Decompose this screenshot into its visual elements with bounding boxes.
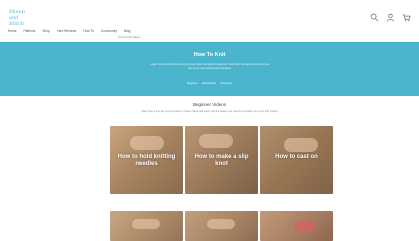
nav-item-community[interactable]: Community <box>101 29 117 33</box>
main-nav: Home Patterns Shop Yarn Reviews How To C… <box>8 29 130 33</box>
user-icon[interactable] <box>386 13 395 22</box>
video-card[interactable] <box>110 211 183 241</box>
search-icon[interactable] <box>370 13 379 22</box>
site-header: Sheep and Stitch <box>0 0 419 40</box>
video-title: How to cast on <box>275 154 318 160</box>
hero-link-advanced[interactable]: Advanced <box>220 82 232 85</box>
video-thumbnail <box>207 219 235 229</box>
section-title: Beginner Videos <box>193 102 226 107</box>
video-card[interactable] <box>260 211 333 241</box>
nav-item-patterns[interactable]: Patterns <box>24 29 36 33</box>
video-thumbnail <box>130 136 164 150</box>
video-thumbnail <box>132 219 160 229</box>
hero-link-beginner[interactable]: Beginner <box>187 82 197 85</box>
video-card[interactable] <box>185 211 258 241</box>
nav-item-yarn-reviews[interactable]: Yarn Reviews <box>57 29 76 33</box>
video-card[interactable]: How to cast on <box>260 126 333 194</box>
site-logo[interactable]: Sheep and Stitch <box>9 9 31 27</box>
subnav-link[interactable]: How To Knit Videos <box>118 36 140 39</box>
nav-item-shop[interactable]: Shop <box>42 29 49 33</box>
video-card[interactable]: How to make a slip knot <box>185 126 258 194</box>
cart-icon[interactable] <box>402 13 411 22</box>
section-description: Start here if you are new to knitting. T… <box>141 110 279 113</box>
video-title: How to hold knitting needles <box>117 154 176 167</box>
video-title: How to make a slip knot <box>194 154 249 167</box>
video-thumbnail <box>294 221 316 231</box>
hero-links: Beginner Intermediate Advanced <box>0 82 419 85</box>
hero-description: Learn how to knit with our step-by-step … <box>150 63 270 70</box>
nav-item-how-to[interactable]: How To <box>83 29 94 33</box>
hero-banner: How To Knit Learn how to knit with our s… <box>0 42 419 96</box>
header-icons <box>370 13 411 22</box>
nav-item-blog[interactable]: Blog <box>124 29 130 33</box>
hero-link-intermediate[interactable]: Intermediate <box>202 82 216 85</box>
video-card[interactable]: How to hold knitting needles <box>110 126 183 194</box>
nav-item-home[interactable]: Home <box>8 29 17 33</box>
video-thumbnail <box>284 138 318 152</box>
video-thumbnail <box>199 134 233 148</box>
hero-title: How To Knit <box>193 52 226 58</box>
